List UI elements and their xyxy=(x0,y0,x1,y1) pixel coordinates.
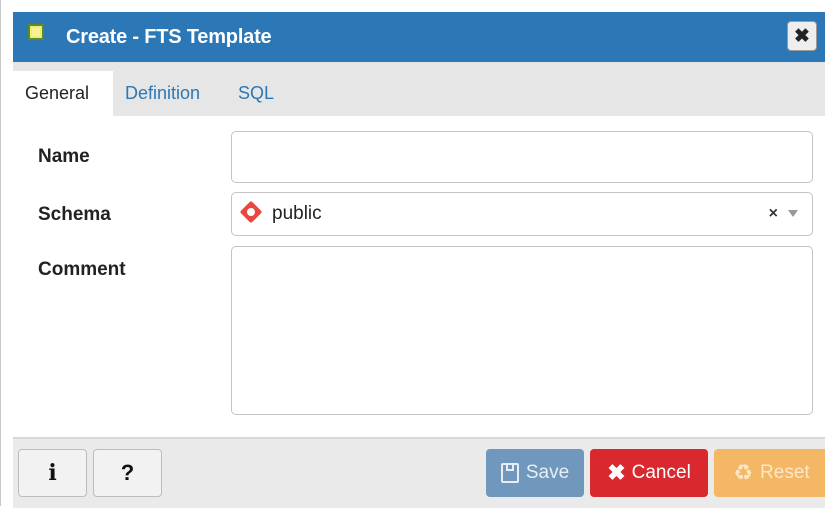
close-button[interactable]: ✖ xyxy=(787,21,817,51)
reset-label: Reset xyxy=(760,462,810,483)
tab-general[interactable]: General xyxy=(13,71,113,116)
tab-sql[interactable]: SQL xyxy=(226,71,286,116)
cancel-label: Cancel xyxy=(631,462,691,483)
info-button[interactable]: i xyxy=(18,449,87,497)
floppy-disk-icon xyxy=(500,463,519,483)
name-label: Name xyxy=(38,146,90,167)
close-icon: ✖ xyxy=(607,460,626,485)
comment-label: Comment xyxy=(38,259,126,280)
recycle-icon: ♻ xyxy=(733,460,754,485)
save-label: Save xyxy=(525,462,570,483)
dialog-title: Create - FTS Template xyxy=(66,26,272,48)
cancel-button[interactable]: ✖ Cancel xyxy=(590,449,708,497)
tab-bar: General Definition SQL xyxy=(13,62,825,116)
chevron-down-icon[interactable] xyxy=(788,210,798,217)
schema-label: Schema xyxy=(38,204,111,225)
save-button[interactable]: Save xyxy=(486,449,584,497)
schema-select[interactable]: public × xyxy=(231,192,813,236)
help-button[interactable]: ? xyxy=(93,449,162,497)
reset-button[interactable]: ♻ Reset xyxy=(714,449,825,497)
schema-icon xyxy=(239,200,263,224)
fts-template-icon xyxy=(28,24,44,40)
dialog-title-bar[interactable]: Create - FTS Template ✖ xyxy=(13,12,825,62)
tab-definition[interactable]: Definition xyxy=(113,71,212,116)
name-input[interactable] xyxy=(231,131,813,183)
comment-textarea[interactable] xyxy=(231,246,813,415)
schema-value: public xyxy=(272,203,322,224)
dialog-footer: i ? Save ✖ Cancel ♻ Reset xyxy=(13,437,825,508)
create-fts-template-dialog: Create - FTS Template ✖ General Definiti… xyxy=(0,0,825,508)
clear-selection-icon[interactable]: × xyxy=(769,205,778,223)
